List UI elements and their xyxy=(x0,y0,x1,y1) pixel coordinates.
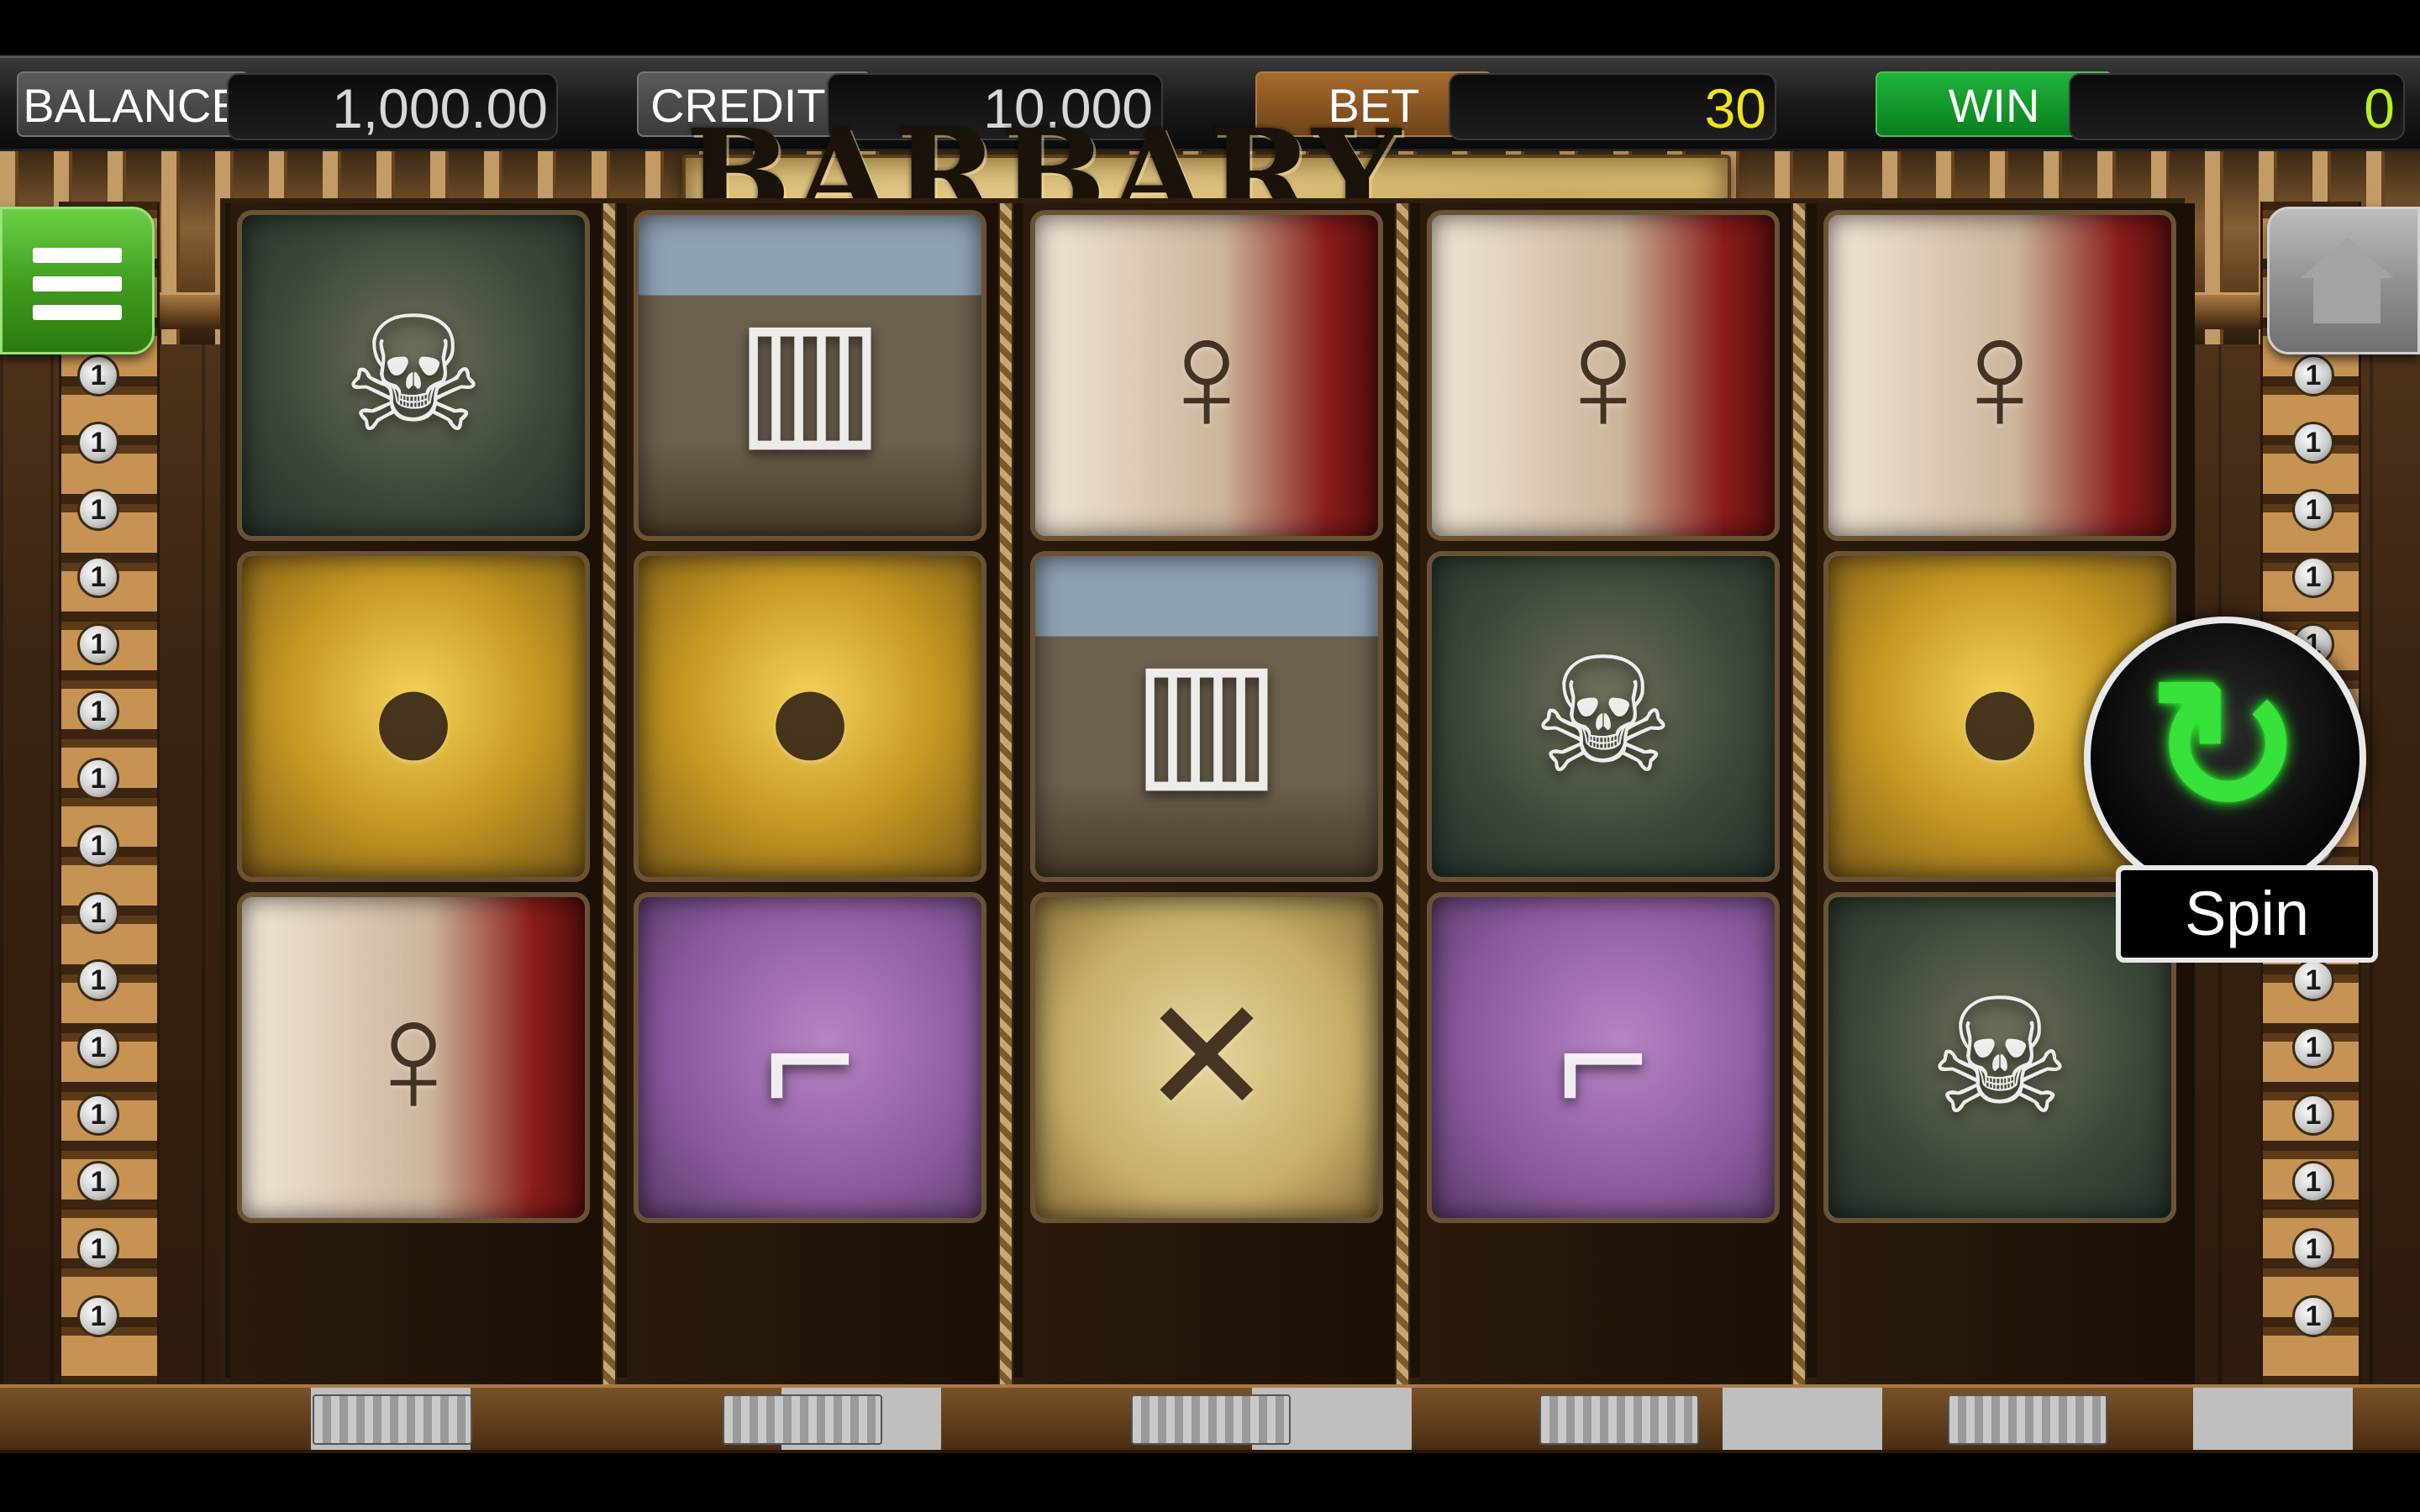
payline-marker: 1 xyxy=(77,623,119,665)
home-button[interactable] xyxy=(2267,207,2420,354)
balance-label: BALANCE xyxy=(17,71,249,137)
symbol-lady: ♀ xyxy=(237,892,590,1223)
reel-grid: ☠ ● ♀ ▥ ● ⌐ ♀ ▥ ✕ ♀ ☠ ⌐ ♀ ● ☠ xyxy=(220,198,2195,1388)
payline-marker: 1 xyxy=(77,422,119,464)
payline-marker: 1 xyxy=(77,1026,119,1068)
payline-marker: 1 xyxy=(77,489,119,531)
payline-marker: 1 xyxy=(77,556,119,598)
payline-marker: 1 xyxy=(2292,1295,2334,1337)
menu-button[interactable] xyxy=(0,207,155,354)
gold-coins-icon: ● xyxy=(761,627,859,806)
payline-marker: 1 xyxy=(2292,1161,2334,1203)
pistol-icon: ⌐ xyxy=(1556,969,1650,1147)
symbol-gold-coins: ● xyxy=(237,551,590,882)
payline-marker: 1 xyxy=(2292,959,2334,1001)
rivet-plate xyxy=(1539,1394,1699,1445)
symbol-barrel: ▥ xyxy=(634,210,986,541)
payline-marker: 1 xyxy=(2292,354,2334,396)
refresh-arrow-icon: ↻ xyxy=(2147,643,2303,851)
symbol-skull-swords: ☠ xyxy=(1427,551,1780,882)
rope-divider xyxy=(1395,203,1410,1388)
payline-marker: 1 xyxy=(77,1295,119,1337)
skull-swords-icon: ☠ xyxy=(1531,627,1676,806)
payline-marker: 1 xyxy=(77,825,119,867)
payline-marker: 1 xyxy=(77,690,119,732)
lady-icon: ♀ xyxy=(353,969,474,1147)
payline-marker: 1 xyxy=(77,1161,119,1203)
payline-marker: 1 xyxy=(2292,1026,2334,1068)
spin-button[interactable]: ↻ xyxy=(2084,617,2366,899)
payline-marker: 1 xyxy=(2292,1228,2334,1270)
payline-marker: 1 xyxy=(77,959,119,1001)
symbol-lady: ♀ xyxy=(1427,210,1780,541)
skull-swords-icon: ☠ xyxy=(341,286,486,465)
payline-marker: 1 xyxy=(77,892,119,934)
treasure-map-icon: ✕ xyxy=(1139,969,1274,1147)
symbol-lady: ♀ xyxy=(1030,210,1383,541)
rope-divider xyxy=(1791,203,1807,1388)
symbol-pistol: ⌐ xyxy=(634,892,986,1223)
symbol-lady: ♀ xyxy=(1823,210,2176,541)
gold-coins-icon: ● xyxy=(1951,627,2049,806)
rivet-plate xyxy=(313,1394,472,1445)
spin-label[interactable]: Spin xyxy=(2116,865,2378,963)
symbol-pistol: ⌐ xyxy=(1427,892,1780,1223)
barrel-icon: ▥ xyxy=(1131,627,1282,806)
reel-4: ♀ ☠ ⌐ xyxy=(1420,203,1798,1388)
payline-marker: 1 xyxy=(2292,489,2334,531)
reel-1: ☠ ● ♀ xyxy=(230,203,608,1388)
rivet-plate xyxy=(723,1394,882,1445)
skull-swords-icon: ☠ xyxy=(1928,969,2072,1147)
payline-marker: 1 xyxy=(2292,1094,2334,1136)
rivet-plate xyxy=(1948,1394,2107,1445)
reel-2: ▥ ● ⌐ xyxy=(627,203,1005,1388)
symbol-treasure-map: ✕ xyxy=(1030,892,1383,1223)
payline-marker: 1 xyxy=(77,758,119,800)
balance-value: 1,000.00 xyxy=(227,73,558,140)
rivet-plate xyxy=(1131,1394,1291,1445)
payline-marker: 1 xyxy=(77,1228,119,1270)
payline-marker: 1 xyxy=(2292,556,2334,598)
lady-icon: ♀ xyxy=(1543,286,1664,465)
payline-marker: 1 xyxy=(2292,422,2334,464)
rope-divider xyxy=(998,203,1013,1388)
barrel-icon: ▥ xyxy=(734,286,886,465)
rope-divider xyxy=(602,203,617,1388)
payline-marker: 1 xyxy=(77,354,119,396)
win-value: 0 xyxy=(2069,73,2405,140)
symbol-barrel: ▥ xyxy=(1030,551,1383,882)
pistol-icon: ⌐ xyxy=(763,969,857,1147)
symbol-gold-coins: ● xyxy=(634,551,986,882)
symbol-skull-swords: ☠ xyxy=(237,210,590,541)
lady-icon: ♀ xyxy=(1146,286,1267,465)
reel-3: ♀ ▥ ✕ xyxy=(1023,203,1402,1388)
payline-marker: 1 xyxy=(77,1094,119,1136)
gold-coins-icon: ● xyxy=(365,627,462,806)
lady-icon: ♀ xyxy=(1939,286,2060,465)
